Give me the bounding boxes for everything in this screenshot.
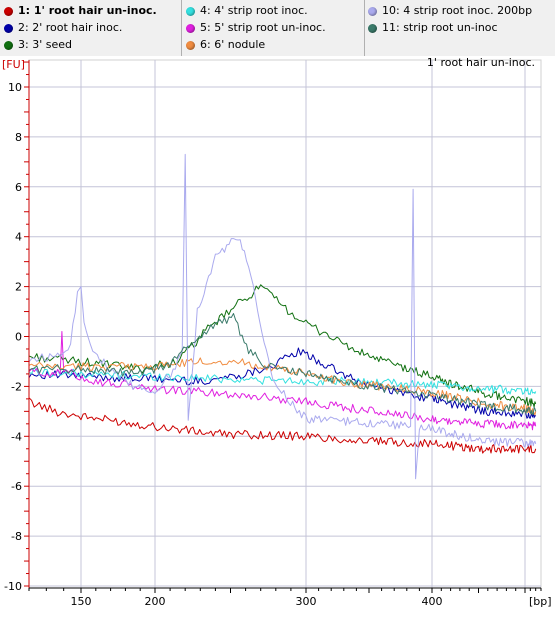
legend-swatch-6: [186, 40, 195, 50]
legend-swatch-10: [368, 6, 377, 16]
y-tick-label: 8: [15, 131, 22, 144]
y-tick-label: -2: [11, 380, 22, 393]
legend-swatch-1: [4, 6, 13, 16]
y-tick-label: 0: [15, 331, 22, 344]
legend-item-1[interactable]: 1: 1' root hair un-inoc.: [4, 2, 179, 19]
legend-item-6[interactable]: 6: 6' nodule: [186, 36, 361, 53]
legend-item-3[interactable]: 3: 3' seed: [4, 36, 179, 53]
legend-panel: 1: 1' root hair un-inoc. 2: 2' root hair…: [0, 0, 555, 57]
legend-label-6: 6: 6' nodule: [200, 38, 266, 51]
legend-column-2: 4: 4' strip root inoc. 5: 5' strip root …: [186, 2, 361, 53]
x-tick-label: 200: [145, 595, 166, 608]
y-tick-label: -4: [11, 430, 22, 443]
y-axis-label: [FU]: [2, 58, 25, 71]
x-axis-label: [bp]: [529, 595, 552, 608]
legend-label-5: 5: 5' strip root un-inoc.: [200, 21, 326, 34]
legend-label-3: 3: 3' seed: [18, 38, 72, 51]
legend-item-10[interactable]: 10: 4 strip root inoc. 200bp: [368, 2, 553, 19]
legend-item-2[interactable]: 2: 2' root hair inoc.: [4, 19, 179, 36]
legend-swatch-5: [186, 23, 195, 33]
legend-column-1: 1: 1' root hair un-inoc. 2: 2' root hair…: [4, 2, 179, 53]
legend-divider: [364, 0, 365, 56]
x-tick-label: 150: [71, 595, 92, 608]
y-tick-label: -10: [4, 580, 22, 593]
y-tick-label: 2: [15, 281, 22, 294]
legend-swatch-11: [368, 23, 377, 33]
electropherogram-chart: -10 -8 -6 -4 -2 0 2 4 6 8 10 150 200 300 400 [FU] [bp]…: [0, 56, 555, 620]
y-tick-label: -6: [11, 480, 22, 493]
legend-label-10: 10: 4 strip root inoc. 200bp: [382, 4, 533, 17]
y-tick-label: -8: [11, 530, 22, 543]
legend-item-4[interactable]: 4: 4' strip root inoc.: [186, 2, 361, 19]
x-tick-label: 300: [296, 595, 317, 608]
legend-swatch-3: [4, 40, 13, 50]
legend-label-4: 4: 4' strip root inoc.: [200, 4, 308, 17]
legend-label-2: 2: 2' root hair inoc.: [18, 21, 123, 34]
legend-label-11: 11: strip root un-inoc: [382, 21, 498, 34]
y-tick-label: 6: [15, 181, 22, 194]
legend-swatch-2: [4, 23, 13, 33]
chart-title: 1' root hair un-inoc.: [427, 56, 535, 69]
legend-column-3: 10: 4 strip root inoc. 200bp 11: strip r…: [368, 2, 553, 36]
plot-area: [28, 59, 542, 589]
y-tick-label: 4: [15, 231, 22, 244]
legend-swatch-4: [186, 6, 195, 16]
legend-divider: [181, 0, 182, 56]
legend-label-1: 1: 1' root hair un-inoc.: [18, 4, 157, 17]
x-tick-label: 400: [422, 595, 443, 608]
legend-item-5[interactable]: 5: 5' strip root un-inoc.: [186, 19, 361, 36]
legend-item-11[interactable]: 11: strip root un-inoc: [368, 19, 553, 36]
y-tick-label: 10: [8, 81, 22, 94]
